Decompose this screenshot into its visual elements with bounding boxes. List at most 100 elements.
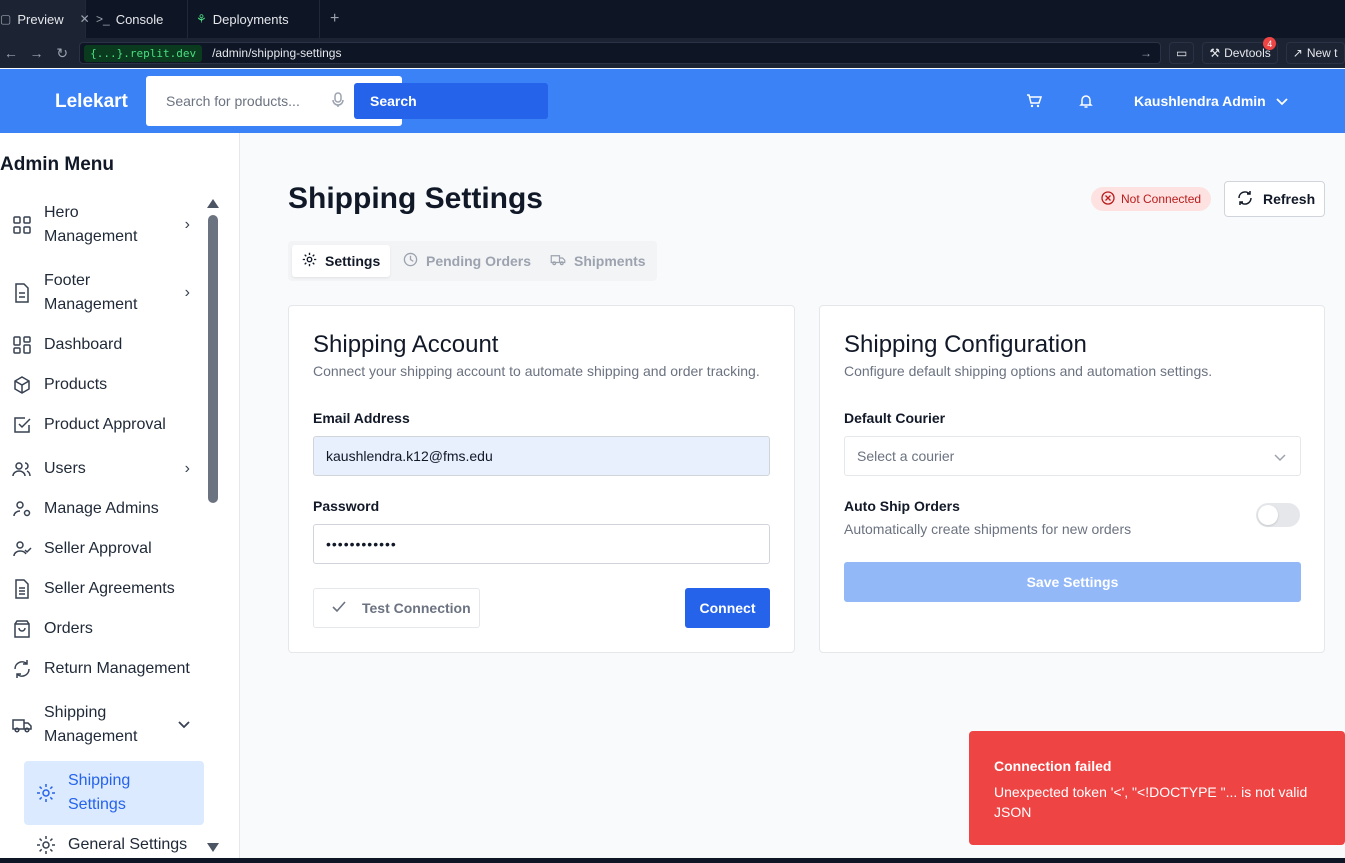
monitor-icon: ▭: [1175, 46, 1188, 60]
chevron-down-icon: [1276, 93, 1288, 109]
courier-label: Default Courier: [844, 410, 946, 426]
connect-button[interactable]: Connect: [685, 588, 770, 628]
logo[interactable]: Lelekart: [55, 91, 128, 113]
truck-icon: [550, 252, 566, 270]
chevron-right-icon: ›: [184, 284, 190, 301]
sidebar-item-seller-approval[interactable]: Seller Approval: [10, 537, 200, 561]
tab-shipments[interactable]: Shipments: [540, 245, 656, 277]
screen-button[interactable]: ▭: [1168, 42, 1195, 64]
new-tab-button[interactable]: ↗ New t: [1285, 42, 1345, 64]
save-settings-button[interactable]: Save Settings: [844, 562, 1301, 602]
password-field[interactable]: [313, 524, 770, 564]
wrench-icon: ⚒: [1209, 46, 1221, 60]
terminal-icon: >_: [96, 12, 110, 26]
toast-message: Unexpected token '<', "<!DOCTYPE "... is…: [994, 784, 1308, 820]
gear-icon: [302, 252, 317, 270]
auto-ship-toggle[interactable]: [1256, 503, 1300, 527]
shipping-account-card: Shipping Account Connect your shipping a…: [288, 305, 795, 653]
address-bar: ← → ↻ {...}.replit.dev /admin/shipping-s…: [0, 37, 1345, 68]
error-toast[interactable]: Connection failed Unexpected token '<', …: [969, 731, 1345, 845]
chevron-right-icon: ›: [184, 460, 190, 477]
auto-ship-label: Auto Ship Orders: [844, 498, 960, 514]
toast-title: Connection failed: [994, 758, 1112, 774]
preview-icon: ▢: [0, 12, 12, 26]
card-subtitle: Connect your shipping account to automat…: [313, 363, 760, 379]
go-icon[interactable]: →: [1140, 46, 1152, 60]
x-circle-icon: [1101, 190, 1115, 208]
users-icon: [10, 457, 34, 481]
tab-preview[interactable]: ▢ Preview ✕: [0, 0, 90, 38]
scroll-up-arrow[interactable]: [207, 199, 219, 208]
card-subtitle: Configure default shipping options and a…: [844, 363, 1213, 379]
scrollbar-thumb[interactable]: [208, 215, 218, 503]
search-input[interactable]: [154, 90, 324, 112]
chevron-down-icon: [1274, 449, 1286, 465]
app-header: Lelekart Search Kaushlendra Admin: [0, 69, 1345, 133]
sidebar-item-hero-management[interactable]: Hero Management ›: [10, 201, 200, 249]
gear-icon: [34, 781, 58, 805]
page-title: Shipping Settings: [288, 182, 543, 215]
url-field[interactable]: {...}.replit.dev /admin/shipping-setting…: [79, 42, 1161, 64]
sidebar-item-seller-agreements[interactable]: Seller Agreements: [10, 577, 200, 601]
browser-tabbar: ▢ Preview ✕ >_ Console ⚘ Deployments +: [0, 0, 1345, 38]
card-title: Shipping Configuration: [844, 331, 1087, 358]
sidebar-item-product-approval[interactable]: Product Approval: [10, 413, 200, 437]
auto-ship-description: Automatically create shipments for new o…: [844, 521, 1132, 537]
mic-icon[interactable]: [331, 92, 345, 113]
back-icon[interactable]: ←: [2, 45, 20, 61]
shopping-bag-icon: [10, 617, 34, 641]
new-tab-icon[interactable]: +: [330, 10, 339, 28]
sidebar-item-shipping-settings[interactable]: Shipping Settings: [34, 769, 194, 817]
gear-icon: [34, 833, 58, 857]
sidebar-item-general-settings[interactable]: General Settings: [34, 833, 204, 857]
deploy-icon: ⚘: [196, 12, 207, 26]
url-domain: {...}.replit.dev: [84, 44, 203, 62]
grid-icon: [10, 213, 34, 237]
card-title: Shipping Account: [313, 331, 499, 358]
file-text-icon: [10, 577, 34, 601]
search-button[interactable]: Search: [354, 83, 548, 119]
devtools-badge: 4: [1263, 37, 1277, 50]
user-menu[interactable]: Kaushlendra Admin: [1134, 93, 1288, 109]
sidebar-item-footer-management[interactable]: Footer Management ›: [10, 269, 200, 317]
sidebar-item-orders[interactable]: Orders: [10, 617, 200, 641]
courier-select[interactable]: Select a courier: [844, 436, 1301, 476]
forward-icon[interactable]: →: [28, 45, 46, 61]
tab-pending-orders[interactable]: Pending Orders: [393, 245, 541, 277]
user-cog-icon: [10, 497, 34, 521]
check-square-icon: [10, 413, 34, 437]
tab-settings[interactable]: Settings: [292, 245, 391, 277]
admin-sidebar: Admin Menu Hero Management › Footer Manage…: [0, 133, 240, 863]
truck-icon: [10, 713, 34, 737]
sidebar-item-return-management[interactable]: Return Management: [10, 657, 200, 681]
cart-icon[interactable]: [1026, 93, 1043, 114]
test-connection-button[interactable]: Test Connection: [313, 588, 480, 628]
status-badge: Not Connected: [1091, 187, 1212, 211]
sidebar-item-shipping-management[interactable]: Shipping Management: [10, 701, 200, 749]
reload-icon[interactable]: ↻: [53, 45, 71, 62]
settings-tabs: Settings Pending Orders Shipments: [288, 241, 657, 281]
tab-deployments[interactable]: ⚘ Deployments: [188, 0, 320, 38]
devtools-button[interactable]: ⚒ Devtools 4: [1202, 37, 1278, 64]
refresh-icon: [10, 657, 34, 681]
sidebar-item-products[interactable]: Products: [10, 373, 200, 397]
bell-icon[interactable]: [1078, 93, 1094, 114]
sidebar-title: Admin Menu: [0, 154, 114, 175]
sidebar-item-users[interactable]: Users ›: [10, 457, 200, 481]
external-link-icon: ↗: [1292, 46, 1303, 60]
refresh-button[interactable]: Refresh: [1224, 181, 1325, 217]
user-check-icon: [10, 537, 34, 561]
tab-console[interactable]: >_ Console: [86, 0, 188, 38]
password-label: Password: [313, 498, 380, 514]
sidebar-item-dashboard[interactable]: Dashboard: [10, 333, 200, 357]
scroll-down-arrow[interactable]: [207, 843, 219, 852]
sidebar-item-manage-admins[interactable]: Manage Admins: [10, 497, 200, 521]
bottom-edge: [0, 858, 1345, 863]
file-icon: [10, 281, 34, 305]
shipping-configuration-card: Shipping Configuration Configure default…: [819, 305, 1325, 653]
chevron-down-icon: [178, 713, 190, 737]
check-icon: [332, 600, 346, 616]
toggle-knob: [1258, 505, 1278, 525]
email-field[interactable]: [313, 436, 770, 476]
refresh-icon: [1237, 190, 1253, 209]
